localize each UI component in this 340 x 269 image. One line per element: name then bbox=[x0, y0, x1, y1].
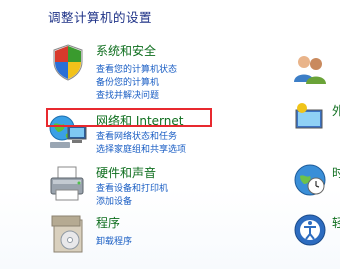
programs-icon[interactable] bbox=[48, 214, 88, 254]
link-find-fix-problems[interactable]: 查找并解决问题 bbox=[96, 88, 159, 101]
right-category-label[interactable]: 时 bbox=[332, 164, 340, 181]
page-title: 调整计算机的设置 bbox=[48, 10, 153, 25]
link-view-computer-status[interactable]: 查看您的计算机状态 bbox=[96, 62, 177, 75]
ease-of-access-icon[interactable] bbox=[292, 212, 328, 248]
printer-icon[interactable] bbox=[48, 164, 88, 204]
highlight-box bbox=[46, 108, 212, 127]
clock-globe-icon[interactable] bbox=[292, 162, 328, 198]
control-panel: 调整计算机的设置 系统和安全 查看您的计算机状态 备份您的计算机 查找并解决问题… bbox=[0, 0, 340, 269]
category-title-programs[interactable]: 程序 bbox=[96, 214, 120, 231]
link-add-device[interactable]: 添加设备 bbox=[96, 194, 132, 207]
right-category-label[interactable]: 轻 bbox=[332, 214, 340, 231]
link-backup-computer[interactable]: 备份您的计算机 bbox=[96, 75, 159, 88]
link-homegroup-sharing[interactable]: 选择家庭组和共享选项 bbox=[96, 142, 186, 155]
link-devices-printers[interactable]: 查看设备和打印机 bbox=[96, 181, 168, 194]
users-icon[interactable] bbox=[292, 52, 328, 88]
link-view-network-status[interactable]: 查看网络状态和任务 bbox=[96, 129, 177, 142]
category-title-system-security[interactable]: 系统和安全 bbox=[96, 42, 156, 59]
appearance-icon[interactable] bbox=[292, 100, 328, 136]
category-title-hardware-sound[interactable]: 硬件和声音 bbox=[96, 164, 156, 181]
shield-icon[interactable] bbox=[48, 42, 88, 82]
link-uninstall-program[interactable]: 卸载程序 bbox=[96, 234, 132, 247]
right-category-label[interactable]: 外 bbox=[332, 102, 340, 119]
